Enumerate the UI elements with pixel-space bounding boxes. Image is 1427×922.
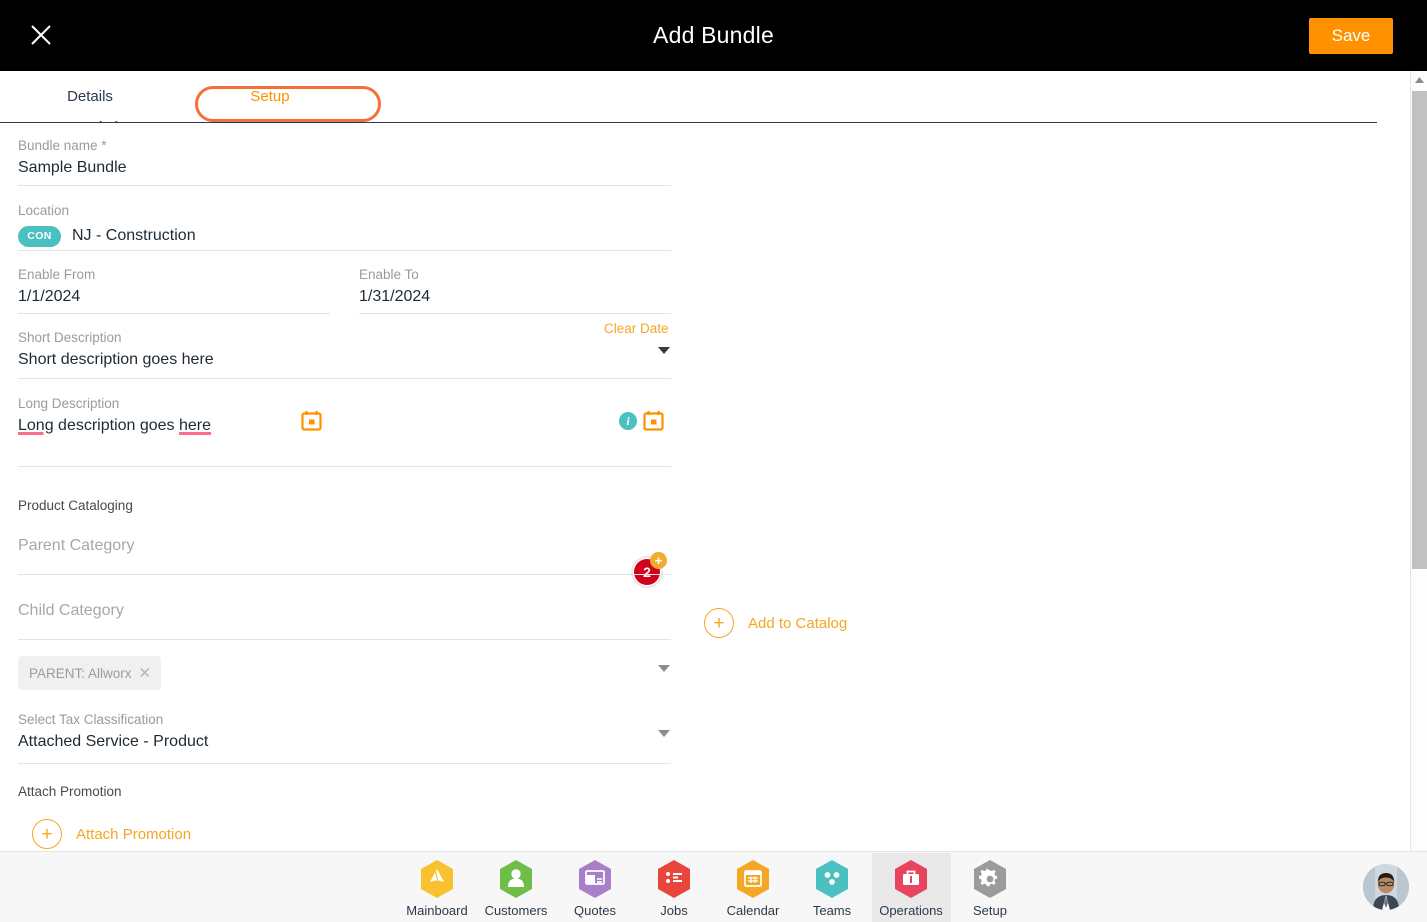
child-category-select[interactable]: Child Category (18, 598, 124, 624)
location-field[interactable]: Location CON NJ - Construction (18, 202, 196, 249)
location-chevron-down-icon[interactable] (658, 347, 670, 354)
long-description-word-1: Long (18, 417, 54, 434)
bundle-name-underline (18, 185, 671, 186)
parent-tag-chip[interactable]: PARENT: Allworx ✕ (18, 656, 162, 690)
enable-from-calendar-icon[interactable] (301, 410, 322, 431)
page-title: Add Bundle (653, 22, 774, 48)
user-avatar[interactable] (1363, 864, 1409, 910)
enable-to-underline (359, 313, 671, 314)
nav-label-jobs: Jobs (660, 903, 688, 918)
parent-category-chevron-down-icon[interactable] (658, 665, 670, 672)
bundle-name-field[interactable]: Bundle name * Sample Bundle (18, 137, 127, 181)
nav-item-customers[interactable]: Customers (477, 853, 556, 922)
tax-classification-value: Attached Service - Product (18, 733, 209, 750)
enable-from-value: 1/1/2024 (18, 288, 81, 305)
nav-item-setup[interactable]: Setup (951, 853, 1030, 922)
enable-to-label: Enable To (359, 267, 419, 282)
mainboard-icon (421, 860, 453, 898)
vertical-scrollbar[interactable] (1410, 71, 1427, 922)
product-cataloging-section-label: Product Cataloging (18, 498, 133, 513)
teams-icon (816, 860, 848, 898)
tab-setup[interactable]: Setup (180, 71, 360, 121)
child-category-underline (18, 639, 671, 640)
attach-promotion-section-label: Attach Promotion (18, 784, 122, 799)
tax-classification-underline (18, 763, 671, 764)
attach-promotion-button[interactable]: + Attach Promotion (32, 819, 191, 849)
long-description-value: Long description goes here (18, 413, 211, 439)
long-description-label: Long Description (18, 396, 120, 411)
nav-label-setup: Setup (973, 903, 1007, 918)
child-category-chevron-down-icon[interactable] (658, 730, 670, 737)
plus-circle-icon: + (704, 608, 734, 638)
long-description-underline (18, 466, 671, 467)
nav-label-teams: Teams (812, 903, 852, 918)
enable-from-label: Enable From (18, 267, 96, 282)
short-description-value: Short description goes here (18, 351, 214, 368)
badge-add-icon[interactable]: + (650, 552, 667, 569)
nav-label-customers: Customers (484, 903, 548, 918)
location-underline (18, 250, 671, 251)
calendar-icon (737, 860, 769, 898)
enable-from-underline (18, 313, 330, 314)
nav-label-operations: Operations (879, 903, 943, 918)
titlebar: Add Bundle Save (0, 0, 1427, 71)
tab-details[interactable]: Details (0, 71, 180, 121)
add-bundle-screen: Add Bundle Save Details Setup Bundle nam… (0, 0, 1427, 922)
nav-item-operations[interactable]: Operations (871, 853, 951, 922)
bundle-name-label: Bundle name * (18, 138, 107, 153)
long-description-count-badge[interactable]: 2 + (627, 551, 667, 591)
form-content: Bundle name * Sample Bundle Location CON… (0, 123, 1396, 851)
add-to-catalog-button[interactable]: + Add to Catalog (704, 608, 847, 638)
bundle-name-value: Sample Bundle (18, 159, 127, 176)
location-value: NJ - Construction (72, 227, 196, 244)
customers-icon (500, 860, 532, 898)
clear-date-button[interactable]: Clear Date (604, 321, 669, 336)
parent-category-select[interactable]: Parent Category (18, 533, 135, 559)
jobs-icon (658, 860, 690, 898)
quotes-icon (579, 860, 611, 898)
parent-tag-label: PARENT: Allworx (29, 665, 132, 681)
attach-promotion-label: Attach Promotion (76, 825, 192, 843)
plus-circle-icon: + (32, 819, 62, 849)
tax-classification-field[interactable]: Select Tax Classification Attached Servi… (18, 711, 208, 755)
long-description-field[interactable]: Long Description Long description goes h… (18, 395, 211, 439)
scrollbar-thumb[interactable] (1412, 91, 1427, 569)
long-description-word-2: description goes (53, 417, 179, 434)
enable-from-field[interactable]: Enable From 1/1/2024 (18, 266, 95, 310)
enable-to-field[interactable]: Enable To 1/31/2024 (359, 266, 430, 310)
gear-icon (974, 860, 1006, 898)
nav-label-quotes: Quotes (574, 903, 616, 918)
add-to-catalog-label: Add to Catalog (748, 614, 848, 632)
location-code-chip: CON (18, 225, 61, 247)
nav-item-calendar[interactable]: Calendar (714, 853, 793, 922)
parent-category-underline (18, 574, 671, 575)
save-button[interactable]: Save (1309, 18, 1393, 54)
nav-item-teams[interactable]: Teams (793, 853, 872, 922)
bottom-nav-bar: Mainboard Customers Quotes Jobs Calendar… (0, 851, 1427, 922)
nav-item-mainboard[interactable]: Mainboard (398, 853, 477, 922)
location-label: Location (18, 203, 70, 218)
long-description-word-3: here (179, 417, 212, 434)
scroll-up-icon[interactable] (1411, 71, 1427, 88)
nav-item-quotes[interactable]: Quotes (556, 853, 635, 922)
parent-tag-close-icon[interactable]: ✕ (139, 664, 152, 682)
child-category-placeholder: Child Category (18, 602, 124, 619)
nav-items: Mainboard Customers Quotes Jobs Calendar… (0, 852, 1427, 922)
nav-label-mainboard: Mainboard (406, 903, 468, 918)
operations-icon (895, 860, 927, 898)
parent-category-placeholder: Parent Category (18, 537, 135, 554)
tax-classification-label: Select Tax Classification (18, 712, 164, 727)
short-description-field[interactable]: Short Description Short description goes… (18, 329, 214, 373)
nav-item-jobs[interactable]: Jobs (635, 853, 714, 922)
enable-to-value: 1/31/2024 (359, 288, 431, 305)
short-description-underline (18, 378, 671, 379)
enable-to-calendar-icon[interactable] (643, 410, 664, 431)
short-description-label: Short Description (18, 330, 122, 345)
enable-to-info-icon[interactable]: i (619, 412, 637, 430)
tab-bar: Details Setup (0, 71, 1396, 123)
nav-label-calendar: Calendar (726, 903, 780, 918)
